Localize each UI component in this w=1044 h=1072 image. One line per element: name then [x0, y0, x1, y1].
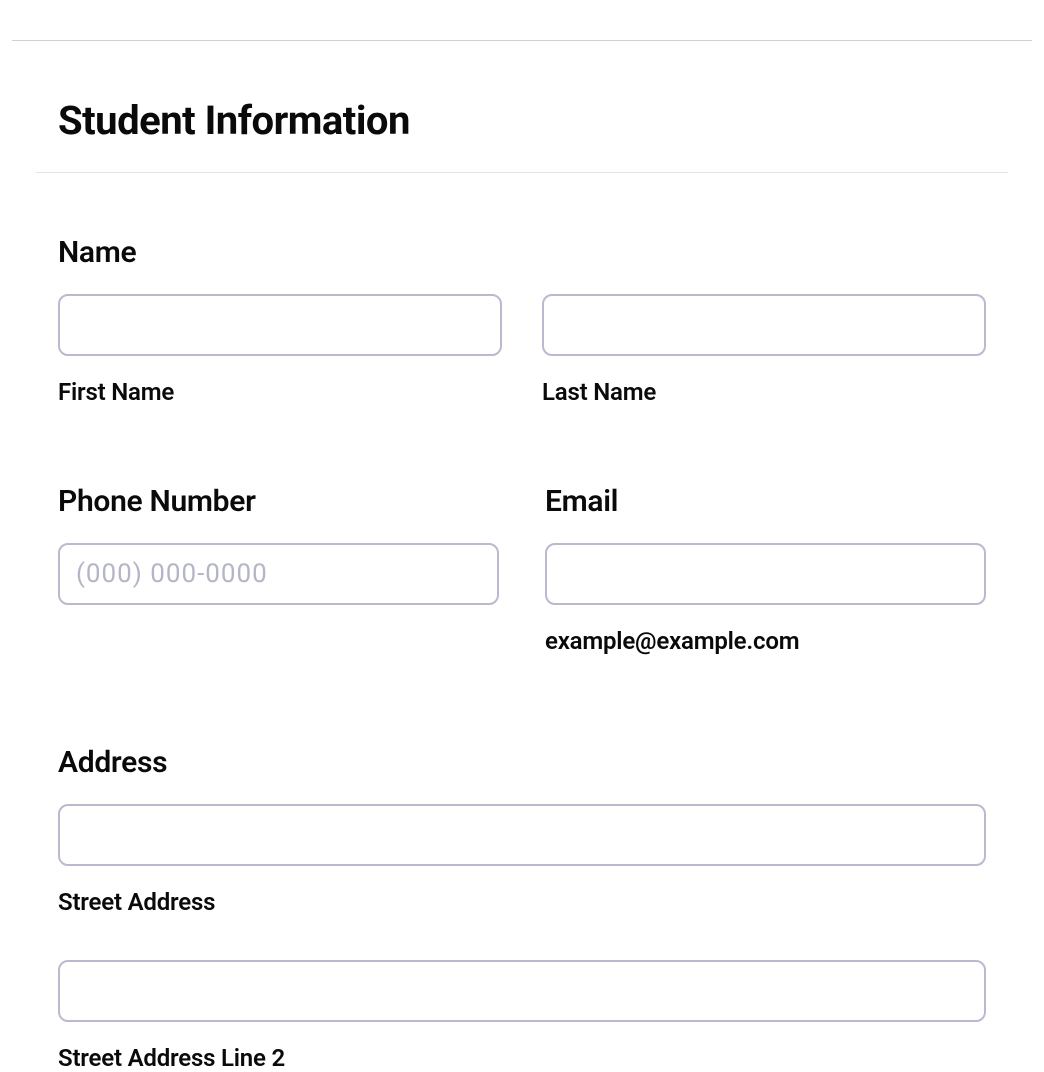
email-sublabel: example@example.com [545, 627, 986, 655]
last-name-input[interactable] [542, 294, 986, 356]
title-divider [36, 172, 1008, 173]
address-section: Address Street Address Street Address Li… [58, 745, 986, 1072]
email-label: Email [545, 484, 986, 519]
street-address-sublabel: Street Address [58, 888, 986, 916]
page-title: Student Information [58, 97, 986, 144]
street-address-2-sublabel: Street Address Line 2 [58, 1044, 986, 1072]
phone-input[interactable] [58, 543, 499, 605]
first-name-col: First Name [58, 294, 502, 406]
street-address-input[interactable] [58, 804, 986, 866]
phone-label: Phone Number [58, 484, 499, 519]
last-name-sublabel: Last Name [542, 378, 986, 406]
top-divider [12, 40, 1032, 41]
email-input[interactable] [545, 543, 986, 605]
street-address-2-input[interactable] [58, 960, 986, 1022]
contact-row: Phone Number Email example@example.com [58, 484, 986, 655]
last-name-col: Last Name [542, 294, 986, 406]
name-section: Name First Name Last Name [58, 235, 986, 406]
email-col: Email example@example.com [545, 484, 986, 655]
name-label: Name [58, 235, 986, 270]
form-container: Student Information Name First Name Last… [0, 97, 1044, 1072]
phone-col: Phone Number [58, 484, 499, 655]
first-name-input[interactable] [58, 294, 502, 356]
address-label: Address [58, 745, 986, 780]
first-name-sublabel: First Name [58, 378, 502, 406]
